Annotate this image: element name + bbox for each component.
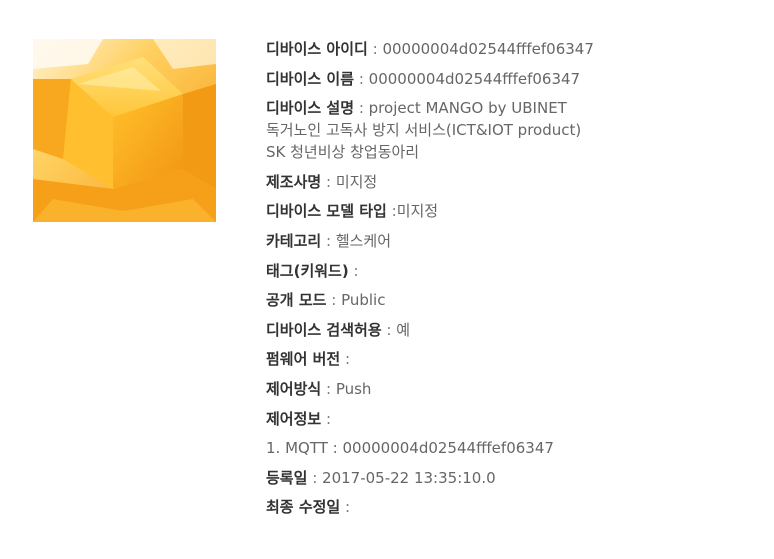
- device-name-separator: :: [358, 69, 364, 88]
- device-id-label: 디바이스 아이디: [266, 40, 368, 58]
- device-name-label: 디바이스 이름: [266, 69, 355, 88]
- last-modified-row: 최종 수정일 :: [266, 496, 766, 518]
- public-mode-row: 공개 모드 : Public: [266, 289, 766, 311]
- device-desc-row: 디바이스 설명 : project MANGO by UBINET 독거노인 고…: [266, 97, 766, 163]
- registered-label: 등록일: [266, 468, 308, 487]
- model-type-value: 미지정: [396, 202, 439, 221]
- search-allowed-separator: :: [386, 320, 392, 339]
- device-desc-value-line3: SK 청년비상 창업동아리: [266, 143, 420, 162]
- device-desc-label: 디바이스 설명: [266, 99, 355, 118]
- search-allowed-label: 디바이스 검색허용: [266, 320, 382, 339]
- control-info-separator: :: [325, 409, 332, 428]
- search-allowed-value: 예: [396, 320, 411, 339]
- device-id-separator: :: [372, 40, 378, 58]
- control-info-label: 제어정보: [266, 409, 322, 428]
- device-info-panel: 디바이스 아이디 : 00000004d02544fffef06347 디바이스…: [266, 38, 766, 526]
- mango-cubes-image: [33, 39, 216, 222]
- control-method-label: 제어방식: [266, 379, 322, 398]
- device-desc-value-line2: 독거노인 고독사 방지 서비스(ICT&IOT product): [266, 121, 582, 140]
- device-id-value: 00000004d02544fffef06347: [382, 40, 594, 58]
- device-name-row: 디바이스 이름 : 00000004d02544fffef06347: [266, 68, 766, 90]
- model-type-row: 디바이스 모델 타입 :미지정: [266, 200, 766, 222]
- control-method-row: 제어방식 : Push: [266, 378, 766, 400]
- public-mode-label: 공개 모드: [266, 291, 327, 310]
- firmware-separator: :: [345, 350, 351, 369]
- category-separator: :: [325, 231, 332, 250]
- tags-row: 태그(키워드) :: [266, 260, 766, 282]
- manufacturer-value: 미지정: [335, 172, 378, 191]
- device-id-row: 디바이스 아이디 : 00000004d02544fffef06347: [266, 38, 766, 60]
- last-modified-label: 최종 수정일: [266, 498, 341, 517]
- registered-row: 등록일 : 2017-05-22 13:35:10.0: [266, 467, 766, 489]
- firmware-label: 펌웨어 버전: [266, 350, 341, 369]
- manufacturer-separator: :: [325, 172, 332, 191]
- device-desc-separator: :: [358, 99, 364, 118]
- public-mode-separator: :: [331, 291, 337, 310]
- search-allowed-row: 디바이스 검색허용 : 예: [266, 319, 766, 341]
- category-label: 카테고리: [266, 231, 322, 250]
- manufacturer-row: 제조사명 : 미지정: [266, 171, 766, 193]
- last-modified-separator: :: [345, 498, 351, 517]
- control-method-separator: :: [325, 379, 332, 398]
- tags-separator: :: [353, 261, 359, 280]
- device-image: [33, 39, 216, 222]
- firmware-row: 펌웨어 버전 :: [266, 348, 766, 370]
- control-info-item-text: 1. MQTT : 00000004d02544fffef06347: [266, 439, 554, 458]
- model-type-label: 디바이스 모델 타입: [266, 202, 387, 221]
- device-name-value: 00000004d02544fffef06347: [368, 69, 581, 88]
- control-method-value: Push: [335, 379, 372, 398]
- control-info-row: 제어정보 :: [266, 408, 766, 430]
- category-row: 카테고리 : 헬스케어: [266, 230, 766, 252]
- public-mode-value: Public: [341, 291, 386, 310]
- control-info-item: 1. MQTT : 00000004d02544fffef06347: [266, 437, 766, 459]
- device-desc-value-line1: project MANGO by UBINET: [368, 99, 567, 118]
- manufacturer-label: 제조사명: [266, 172, 322, 191]
- registered-value: 2017-05-22 13:35:10.0: [322, 468, 496, 487]
- tags-label: 태그(키워드): [266, 261, 349, 280]
- registered-separator: :: [312, 468, 318, 487]
- category-value: 헬스케어: [335, 231, 392, 250]
